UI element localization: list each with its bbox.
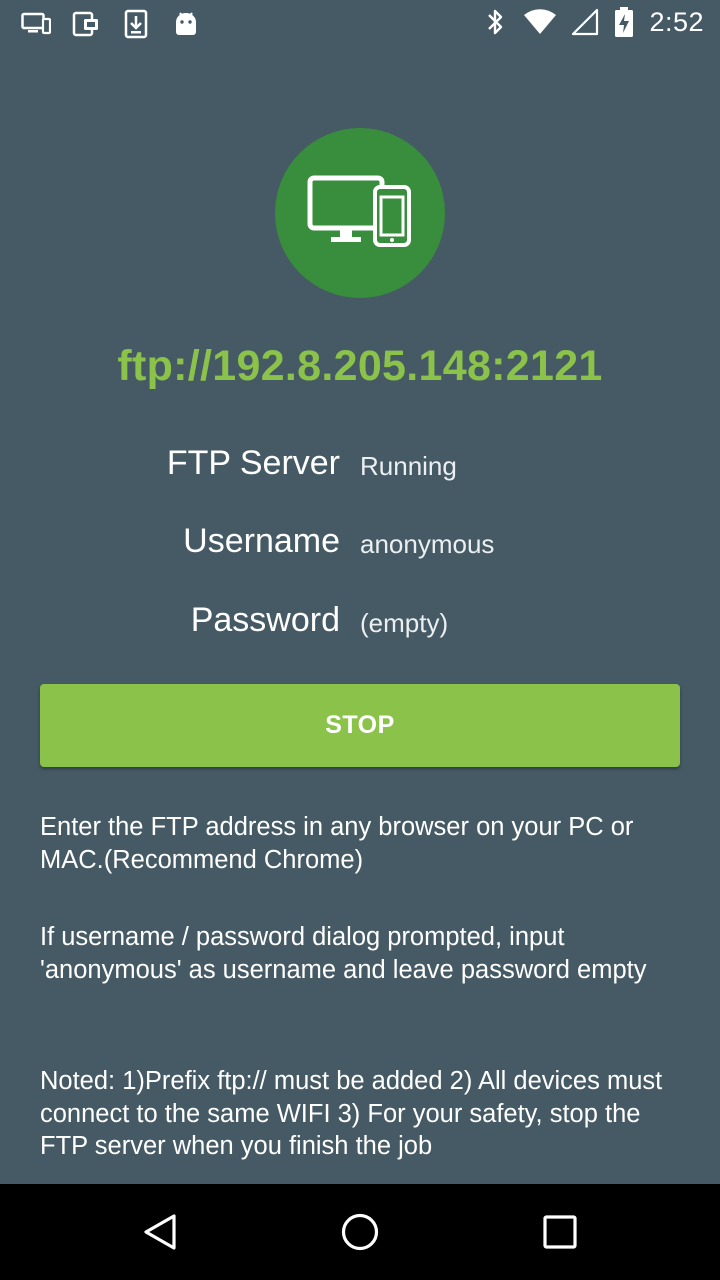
info-row-password: Password (empty) bbox=[0, 601, 720, 661]
cast-icon bbox=[70, 8, 102, 40]
instruction-browser: Enter the FTP address in any browser on … bbox=[40, 813, 634, 874]
stop-button[interactable]: STOP bbox=[40, 684, 680, 767]
signal-icon bbox=[571, 6, 599, 38]
recents-icon[interactable] bbox=[540, 1212, 580, 1252]
back-icon[interactable] bbox=[140, 1212, 180, 1252]
screen-share-icon bbox=[20, 8, 52, 40]
info-row-server: FTP Server Running bbox=[0, 444, 720, 504]
notification-icons bbox=[20, 8, 202, 40]
instruction-notes: Noted: 1)Prefix ftp:// must be added 2) … bbox=[40, 1067, 663, 1160]
wifi-icon bbox=[523, 6, 557, 38]
info-row-username: Username anonymous bbox=[0, 522, 720, 582]
download-icon bbox=[120, 8, 152, 40]
ftp-server-screen: 2:52 ftp://192.8.205.148:2121 FTP Server… bbox=[0, 0, 720, 1280]
android-icon bbox=[170, 8, 202, 40]
ftp-server-label: FTP Server bbox=[166, 444, 340, 482]
home-icon[interactable] bbox=[340, 1212, 380, 1252]
username-label: Username bbox=[183, 522, 340, 560]
ftp-server-status: Running bbox=[360, 451, 457, 481]
status-bar: 2:52 bbox=[0, 0, 720, 48]
bluetooth-icon bbox=[481, 6, 509, 38]
status-clock: 2:52 bbox=[649, 6, 704, 37]
username-value: anonymous bbox=[360, 529, 495, 559]
system-icons: 2:52 bbox=[481, 6, 704, 38]
instruction-credentials: If username / password dialog prompted, … bbox=[40, 923, 647, 984]
ftp-address: ftp://192.8.205.148:2121 bbox=[117, 342, 603, 390]
password-label: Password bbox=[190, 601, 340, 639]
devices-icon bbox=[307, 175, 413, 252]
battery-charging-icon bbox=[613, 6, 635, 38]
devices-badge bbox=[275, 128, 445, 298]
navigation-bar bbox=[0, 1184, 720, 1280]
password-value: (empty) bbox=[360, 608, 449, 638]
